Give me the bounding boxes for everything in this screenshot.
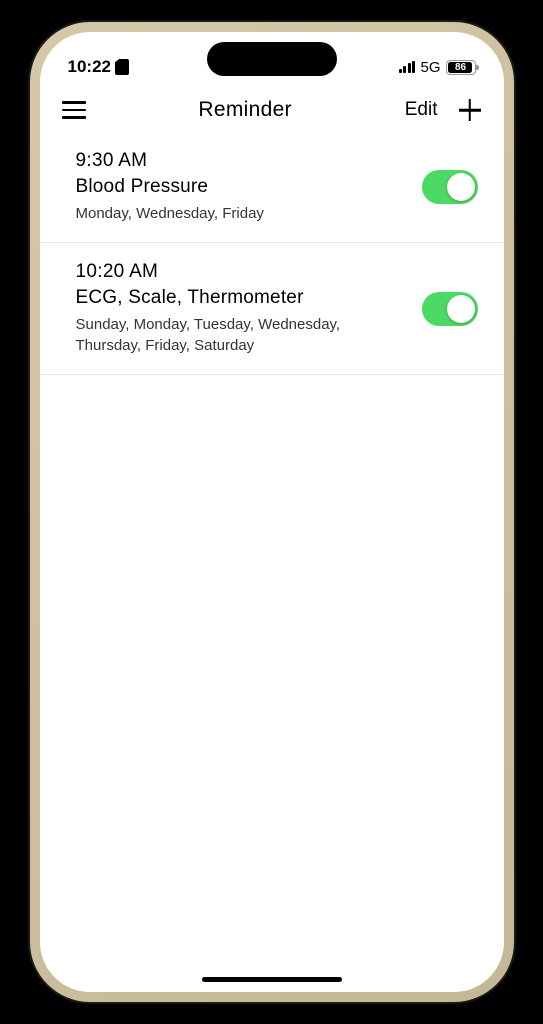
status-time: 10:22: [68, 57, 111, 77]
reminder-days: Monday, Wednesday, Friday: [76, 204, 406, 224]
phone-frame: 10:22 5G 86 Reminder: [30, 22, 514, 1002]
add-icon[interactable]: [458, 98, 482, 122]
reminder-item[interactable]: 10:20 AM ECG, Scale, Thermometer Sunday,…: [40, 243, 504, 375]
home-indicator[interactable]: [202, 977, 342, 982]
reminder-info: 9:30 AM Blood Pressure Monday, Wednesday…: [76, 150, 422, 224]
reminder-toggle[interactable]: [422, 292, 478, 326]
battery-icon: 86: [446, 60, 476, 75]
reminder-toggle[interactable]: [422, 170, 478, 204]
reminder-label: Blood Pressure: [76, 176, 406, 198]
reminder-days: Sunday, Monday, Tuesday, Wednesday, Thur…: [76, 315, 406, 356]
status-left: 10:22: [68, 57, 129, 77]
reminder-list: 9:30 AM Blood Pressure Monday, Wednesday…: [40, 132, 504, 375]
signal-icon: [399, 61, 416, 73]
page-title: Reminder: [198, 98, 291, 122]
reminder-item[interactable]: 9:30 AM Blood Pressure Monday, Wednesday…: [40, 132, 504, 243]
screen: 10:22 5G 86 Reminder: [40, 32, 504, 992]
reminder-label: ECG, Scale, Thermometer: [76, 287, 406, 309]
notch: [207, 42, 337, 76]
reminder-info: 10:20 AM ECG, Scale, Thermometer Sunday,…: [76, 261, 422, 356]
reminder-time: 9:30 AM: [76, 150, 406, 172]
sim-icon: [115, 59, 129, 75]
network-label: 5G: [420, 59, 440, 76]
battery-percent: 86: [455, 62, 466, 73]
nav-bar: Reminder Edit: [40, 86, 504, 132]
menu-icon[interactable]: [62, 101, 86, 119]
status-right: 5G 86: [399, 59, 476, 76]
edit-button[interactable]: Edit: [405, 99, 438, 121]
reminder-time: 10:20 AM: [76, 261, 406, 283]
